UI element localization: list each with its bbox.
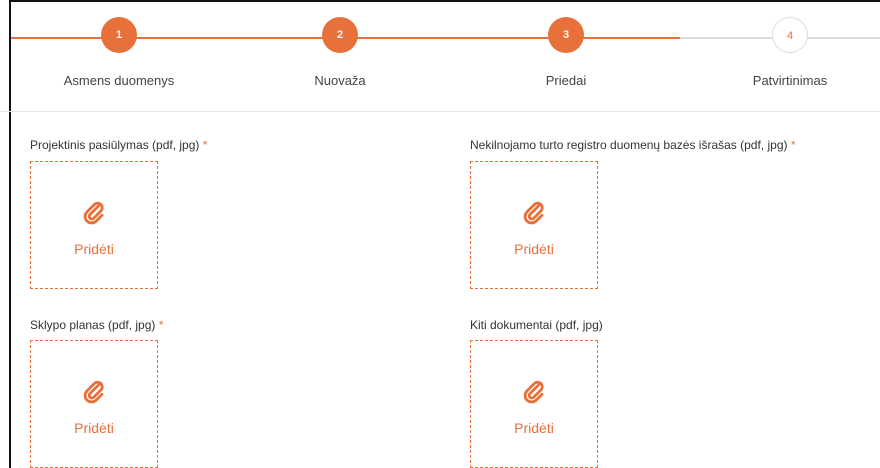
paperclip-icon	[523, 201, 544, 225]
add-file-label: Pridėti	[74, 420, 114, 436]
step-label: Asmens duomenys	[63, 73, 175, 88]
upload-field-label: Sklypo planas (pdf, jpg) *	[30, 318, 163, 332]
field-label-text: Kiti dokumentai (pdf, jpg)	[470, 318, 603, 332]
upload-field-label: Projektinis pasiūlymas (pdf, jpg) *	[30, 138, 207, 152]
upload-button-kiti-dokumentai[interactable]: Pridėti	[470, 340, 598, 468]
step-label: Patvirtinimas	[752, 73, 828, 88]
step-number-circle: 3	[548, 17, 584, 53]
step-3[interactable]: 3 Priedai	[496, 17, 636, 88]
required-mark: *	[202, 138, 208, 152]
progress-stepper: 1 Asmens duomenys 2 Nuovaža 3 Priedai 4 …	[0, 0, 880, 112]
step-2[interactable]: 2 Nuovaža	[270, 17, 410, 88]
add-file-label: Pridėti	[514, 420, 554, 436]
step-4[interactable]: 4 Patvirtinimas	[720, 17, 860, 88]
required-mark: *	[790, 138, 796, 152]
step-label: Priedai	[545, 73, 587, 88]
step-label: Nuovaža	[314, 73, 366, 88]
field-label-text: Projektinis pasiūlymas (pdf, jpg)	[30, 138, 200, 152]
upload-button-registro-israsas[interactable]: Pridėti	[470, 161, 598, 289]
step-number-circle: 1	[101, 17, 137, 53]
upload-field-label: Nekilnojamo turto registro duomenų bazės…	[470, 138, 796, 152]
field-label-text: Nekilnojamo turto registro duomenų bazės…	[470, 138, 788, 152]
add-file-label: Pridėti	[74, 241, 114, 257]
add-file-label: Pridėti	[514, 241, 554, 257]
paperclip-icon	[523, 380, 544, 404]
upload-button-projektinis[interactable]: Pridėti	[30, 161, 158, 289]
step-number-circle: 4	[772, 17, 808, 53]
step-1[interactable]: 1 Asmens duomenys	[49, 17, 189, 88]
step-number-circle: 2	[322, 17, 358, 53]
required-mark: *	[158, 318, 164, 332]
paperclip-icon	[83, 380, 104, 404]
upload-button-sklypo-planas[interactable]: Pridėti	[30, 340, 158, 468]
upload-field-label: Kiti dokumentai (pdf, jpg)	[470, 318, 603, 332]
field-label-text: Sklypo planas (pdf, jpg)	[30, 318, 156, 332]
paperclip-icon	[83, 201, 104, 225]
